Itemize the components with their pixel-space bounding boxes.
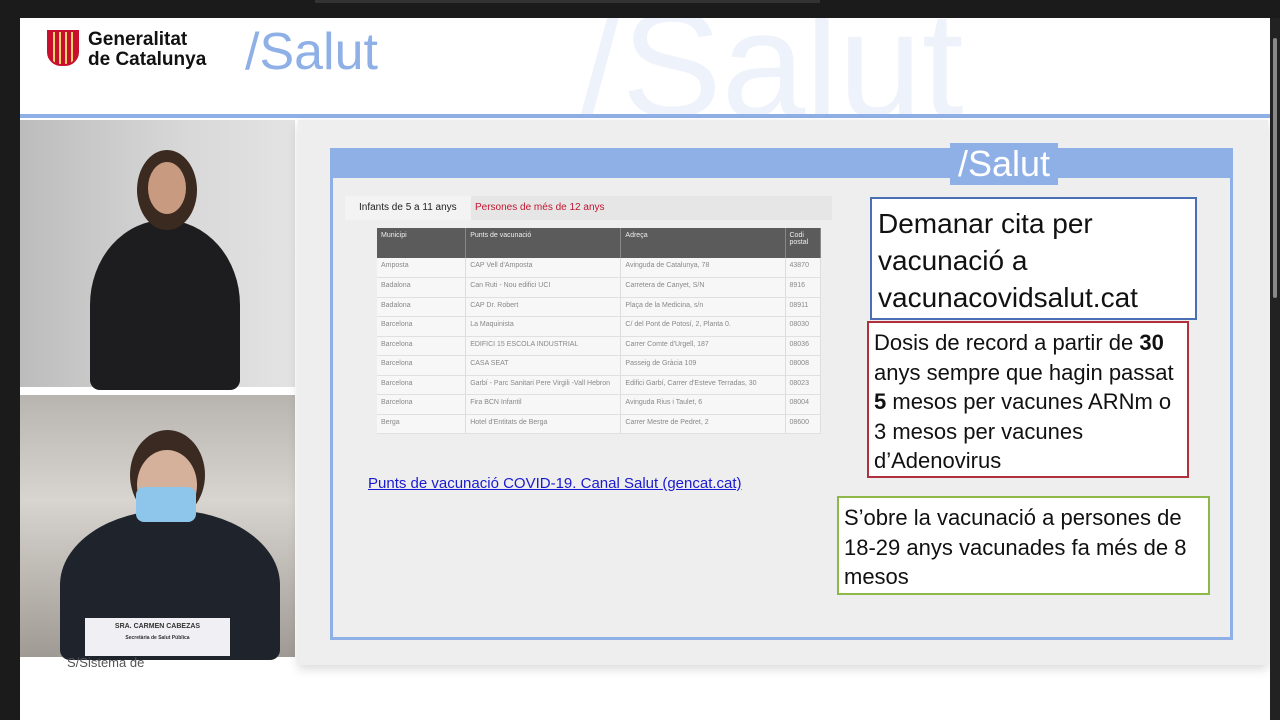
table-row: Berga Hotel d'Entitats de Berga Carrer Mes… — [377, 414, 821, 434]
table-cell: Carretera de Canyet, S/N — [620, 277, 786, 298]
footer-text: S/Sistema de — [67, 655, 145, 667]
scrollbar[interactable] — [1270, 18, 1280, 720]
brand-watermark: /Salut — [580, 18, 964, 115]
table-cell: Passeig de Gràcia 109 — [620, 355, 786, 376]
table-cell: Barcelona — [377, 394, 467, 415]
table-row: Barcelona Fira BCN Infantil Avinguda Rius … — [377, 394, 821, 415]
name-plate: SRA. CARMEN CABEZAS Secretària de Salut … — [85, 618, 230, 656]
table-row: Barcelona La Maquinista C/ del Pont de Pot… — [377, 316, 821, 337]
table-cell: Amposta — [377, 258, 467, 278]
table-cell: Carrer Comte d'Urgell, 187 — [620, 336, 786, 356]
table-cell: Garbí - Parc Sanitari Pere Virgili -Vall… — [465, 375, 622, 395]
table-row: Barcelona Garbí - Parc Sanitari Pere Virg… — [377, 375, 821, 395]
top-bar-strip — [315, 0, 820, 3]
table-cell: Avinguda de Catalunya, 78 — [620, 258, 786, 278]
booster-text-2: anys sempre que hagin passat — [874, 359, 1174, 385]
table-cell: Barcelona — [377, 375, 467, 395]
scrollbar-thumb[interactable] — [1273, 38, 1277, 298]
slide-header-bar — [330, 148, 1233, 178]
table-cell: Can Ruti - Nou edifici UCI — [465, 277, 622, 298]
table-cell: Barcelona — [377, 316, 467, 337]
table-cell: Barcelona — [377, 355, 467, 376]
org-line1: Generalitat — [88, 29, 188, 50]
table-row: Badalona Can Ruti - Nou edifici UCI Carret… — [377, 277, 821, 298]
table-cell: Badalona — [377, 297, 467, 317]
table-cell: 8916 — [785, 277, 821, 298]
column-header: Codi postal — [785, 228, 821, 258]
tab-persones[interactable]: Persones de més de 12 anys — [461, 196, 619, 220]
table-cell: La Maquinista — [465, 316, 622, 337]
booster-text-1: Dosis de record a partir de — [874, 330, 1140, 355]
table-cell: 08008 — [785, 355, 821, 376]
table-cell: 08911 — [785, 297, 821, 317]
table-cell: C/ del Pont de Potosí, 2, Planta 0. — [620, 316, 786, 337]
header: /Salut — [20, 18, 1270, 115]
young-adults-box: S’obre la vacunació a persones de 18-29 … — [837, 496, 1210, 595]
table-row: Barcelona EDIFICI 15 ESCOLA INDUSTRIAL Car… — [377, 336, 821, 356]
table-cell: 08023 — [785, 375, 821, 395]
table-cell: CAP Vell d'Amposta — [465, 258, 622, 278]
table-row: Badalona CAP Dr. Robert Plaça de la Medici… — [377, 297, 821, 317]
interpreter-body — [90, 220, 240, 390]
table-cell: Avinguda Rius i Taulet, 6 — [620, 394, 786, 415]
generalitat-logo-icon — [47, 30, 79, 66]
presenter-role: Secretària de Salut Pública — [125, 635, 190, 641]
table-header-row: Municipi Punts de vacunació Adreça Codi pos… — [377, 228, 821, 258]
table-cell: 08004 — [785, 394, 821, 415]
sign-language-video — [20, 120, 295, 390]
table-cell: CASA SEAT — [465, 355, 622, 376]
table-cell: EDIFICI 15 ESCOLA INDUSTRIAL — [465, 336, 622, 356]
column-header: Municipi — [377, 228, 467, 258]
table-cell: Plaça de la Medicina, s/n — [620, 297, 786, 317]
table-cell: Hotel d'Entitats de Berga — [465, 414, 622, 434]
org-name: Generalitat de Catalunya — [88, 30, 206, 70]
table-cell: Carrer Mestre de Pedret, 2 — [620, 414, 786, 434]
booster-months: 5 — [874, 389, 887, 414]
vaccination-points-table: Municipi Punts de vacunació Adreça Codi pos… — [377, 228, 821, 434]
table-row: Barcelona CASA SEAT Passeig de Gràcia 109 0… — [377, 355, 821, 376]
org-line2: de Catalunya — [88, 49, 207, 70]
vaccination-points-link[interactable]: Punts de vacunació COVID-19. Canal Salut… — [368, 475, 742, 492]
table-cell: Edifici Garbí, Carrer d'Esteve Terradas,… — [620, 375, 786, 395]
top-bar — [0, 0, 1280, 18]
table-row: Amposta CAP Vell d'Amposta Avinguda de Cat… — [377, 258, 821, 278]
column-header: Punts de vacunació — [465, 228, 622, 258]
header-divider — [20, 114, 1270, 118]
brand-title: /Salut — [245, 23, 378, 81]
tab-bar: Infants de 5 a 11 anys Persones de més d… — [345, 196, 832, 220]
tab-infants[interactable]: Infants de 5 a 11 anys — [345, 196, 471, 220]
table-cell: 08036 — [785, 336, 821, 356]
booster-text-3: mesos per vacunes ARNm o 3 mesos per vac… — [874, 389, 1172, 473]
table-cell: 08030 — [785, 316, 821, 337]
table-cell: CAP Dr. Robert — [465, 297, 622, 317]
booster-box: Dosis de record a partir de 30 anys semp… — [867, 321, 1189, 478]
face-mask — [136, 487, 196, 522]
presenter-name: SRA. CARMEN CABEZAS — [114, 623, 201, 630]
slide-brand: /Salut — [950, 143, 1059, 185]
table-cell: 43870 — [785, 258, 821, 278]
table-cell: 08600 — [785, 414, 821, 434]
table-cell: Badalona — [377, 277, 467, 298]
appointment-box: Demanar cita per vacunació a vacunacovid… — [870, 197, 1197, 320]
interpreter-face — [148, 162, 186, 214]
column-header: Adreça — [620, 228, 786, 258]
table-cell: Fira BCN Infantil — [465, 394, 622, 415]
table-cell: Barcelona — [377, 336, 467, 356]
table-body: Amposta CAP Vell d'Amposta Avinguda de Cat… — [377, 258, 821, 434]
booster-age: 30 — [1139, 330, 1164, 355]
table-cell: Berga — [377, 414, 467, 434]
